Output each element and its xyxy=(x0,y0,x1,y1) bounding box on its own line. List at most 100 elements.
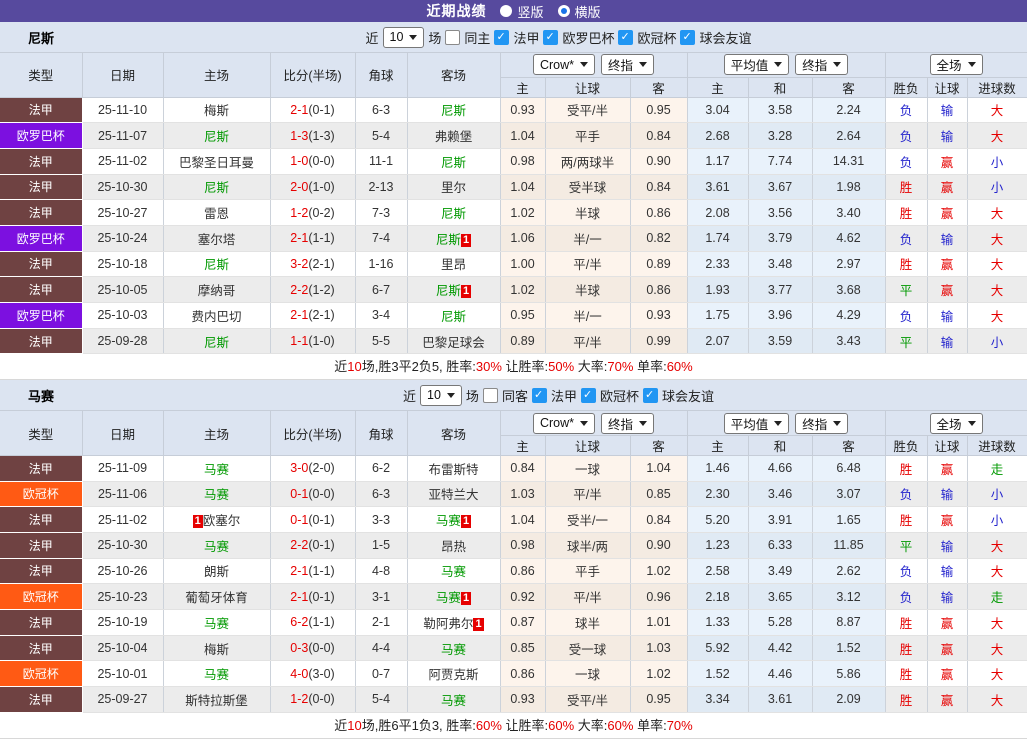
home-odds-cell: 0.92 xyxy=(500,583,546,610)
goals-result-cell: 大 xyxy=(967,609,1027,636)
away-odds-cell: 0.90 xyxy=(630,532,688,559)
score-cell: 2-1(2-1) xyxy=(270,302,356,329)
league-checkbox[interactable] xyxy=(543,29,559,45)
avg-away-cell: 11.85 xyxy=(812,532,886,559)
away-team-cell: 马赛 1 xyxy=(407,506,501,533)
team-name: 梅斯 xyxy=(203,104,229,119)
league-checkbox[interactable] xyxy=(531,387,547,403)
col-header-score: 比分(半场) xyxy=(270,411,356,456)
away-odds-cell: 0.90 xyxy=(630,148,688,175)
avg-away-cell: 2.64 xyxy=(812,122,886,149)
away-team-cell: 里尔 xyxy=(407,174,501,201)
half-time-score: (0-1) xyxy=(308,538,335,553)
league-badge: 法甲 xyxy=(0,276,83,303)
handicap-cell: 半/一 xyxy=(545,225,631,252)
avg-home-cell: 1.52 xyxy=(687,660,749,688)
league-checkbox[interactable] xyxy=(580,387,596,403)
away-odds-cell: 1.01 xyxy=(630,609,688,636)
corner-cell: 7-3 xyxy=(355,199,408,226)
sections-container: 尼斯 近10场同主法甲欧罗巴杯欧冠杯球会友谊 类型 日期 主场 比分(半场) 角… xyxy=(0,22,1027,739)
avg-time-select-value: 终指 xyxy=(802,59,828,74)
handicap-result-cell: 输 xyxy=(927,583,968,610)
match-date: 25-09-27 xyxy=(82,686,164,713)
radio-icon xyxy=(500,5,513,17)
period-select[interactable]: 全场 xyxy=(929,54,983,76)
team-name: 尼斯 xyxy=(440,207,466,222)
league-checkbox[interactable] xyxy=(680,29,696,45)
handicap-result-cell: 赢 xyxy=(927,660,968,688)
away-odds-cell: 0.95 xyxy=(630,686,688,713)
period-select[interactable]: 全场 xyxy=(929,412,983,434)
same-venue-checkbox[interactable] xyxy=(482,387,498,403)
home-odds-cell: 0.85 xyxy=(500,635,546,662)
half-time-score: (1-2) xyxy=(308,282,335,297)
same-venue-checkbox[interactable] xyxy=(445,29,461,45)
handicap-result-cell: 赢 xyxy=(927,609,968,636)
recent-results-table: 类型 日期 主场 比分(半场) 角球 客场 Crow* 终指 平均值 终指 全场… xyxy=(0,411,1027,713)
chevron-down-icon xyxy=(774,62,783,68)
full-time-score: 2-1 xyxy=(290,589,309,604)
recent-results-table: 类型 日期 主场 比分(半场) 角球 客场 Crow* 终指 平均值 终指 全场… xyxy=(0,53,1027,355)
summary-segment: 50% xyxy=(548,359,575,375)
corner-cell: 4-4 xyxy=(355,635,408,662)
avg-time-select[interactable]: 终指 xyxy=(795,54,849,76)
avg-draw-cell: 3.67 xyxy=(748,174,813,201)
match-count-select[interactable]: 10 xyxy=(382,26,425,48)
team-name: 勒阿弗尔 xyxy=(423,616,474,631)
summary-segment: 60% xyxy=(548,717,575,733)
league-checkbox[interactable] xyxy=(642,387,658,403)
subcol-goals: 进球数 xyxy=(967,77,1027,98)
team-name: 尼斯 xyxy=(440,155,466,170)
bookmaker-select[interactable]: Crow* xyxy=(532,412,596,434)
half-time-score: (0-0) xyxy=(308,154,335,169)
winlose-result-cell: 负 xyxy=(885,225,928,252)
league-checkbox-label: 法甲 xyxy=(550,388,577,404)
goals-result-cell: 小 xyxy=(967,481,1027,508)
corner-cell: 6-3 xyxy=(355,97,408,124)
score-cell: 4-0(3-0) xyxy=(270,660,356,688)
league-badge: 欧冠杯 xyxy=(0,660,83,688)
corner-cell: 2-1 xyxy=(355,609,408,636)
result-group-header: 全场 xyxy=(885,53,1027,78)
radio-vertical-layout[interactable]: 竖版 xyxy=(500,2,544,21)
radio-horizontal-layout[interactable]: 横版 xyxy=(557,2,601,21)
match-date: 25-10-01 xyxy=(82,660,164,688)
team-name: 马赛 xyxy=(440,693,466,708)
bookmaker-select[interactable]: Crow* xyxy=(532,54,596,76)
league-checkbox[interactable] xyxy=(494,29,510,45)
handicap-cell: 受平/半 xyxy=(545,686,631,713)
avg-home-cell: 1.75 xyxy=(687,302,749,329)
home-team-cell: 雷恩 xyxy=(163,199,271,226)
filter-matches-label: 场 xyxy=(428,30,442,46)
table-row: 法甲 25-10-26 朗斯 2-1(1-1) 4-8 马赛 0.86 平手 1.02 2.58 3… xyxy=(0,558,1027,585)
avg-select[interactable]: 平均值 xyxy=(723,54,790,76)
avg-home-cell: 2.30 xyxy=(687,481,749,508)
col-header-date: 日期 xyxy=(82,53,164,98)
league-checkbox[interactable] xyxy=(618,29,634,45)
summary-segment: 60% xyxy=(607,717,634,733)
team-name: 塞尔塔 xyxy=(197,232,236,247)
table-row: 欧冠杯 25-10-01 马赛 4-0(3-0) 0-7 阿贾克斯 0.86 一球 1.02 1.… xyxy=(0,660,1027,688)
summary-segment: 60% xyxy=(475,717,502,733)
corner-cell: 6-7 xyxy=(355,276,408,303)
half-time-score: (0-1) xyxy=(308,102,335,117)
league-badge: 法甲 xyxy=(0,251,83,278)
avg-draw-cell: 4.42 xyxy=(748,635,813,662)
avg-time-select[interactable]: 终指 xyxy=(795,412,849,434)
odds-time-select[interactable]: 终指 xyxy=(601,412,655,434)
full-time-score: 1-1 xyxy=(290,334,309,349)
home-odds-cell: 0.98 xyxy=(500,148,546,175)
avg-select[interactable]: 平均值 xyxy=(723,412,790,434)
avg-away-cell: 4.62 xyxy=(812,225,886,252)
match-count-select[interactable]: 10 xyxy=(420,384,462,406)
winlose-result-cell: 负 xyxy=(885,302,928,329)
winlose-result-cell: 负 xyxy=(885,583,928,610)
chevron-down-icon xyxy=(967,420,976,426)
team-name: 欧塞尔 xyxy=(202,514,241,529)
winlose-result-cell: 平 xyxy=(885,532,928,559)
chevron-down-icon xyxy=(446,392,455,398)
handicap-cell: 受半球 xyxy=(545,174,631,201)
odds-time-select[interactable]: 终指 xyxy=(601,54,655,76)
home-team-cell: 马赛 xyxy=(163,609,271,636)
half-time-score: (2-1) xyxy=(308,308,335,323)
